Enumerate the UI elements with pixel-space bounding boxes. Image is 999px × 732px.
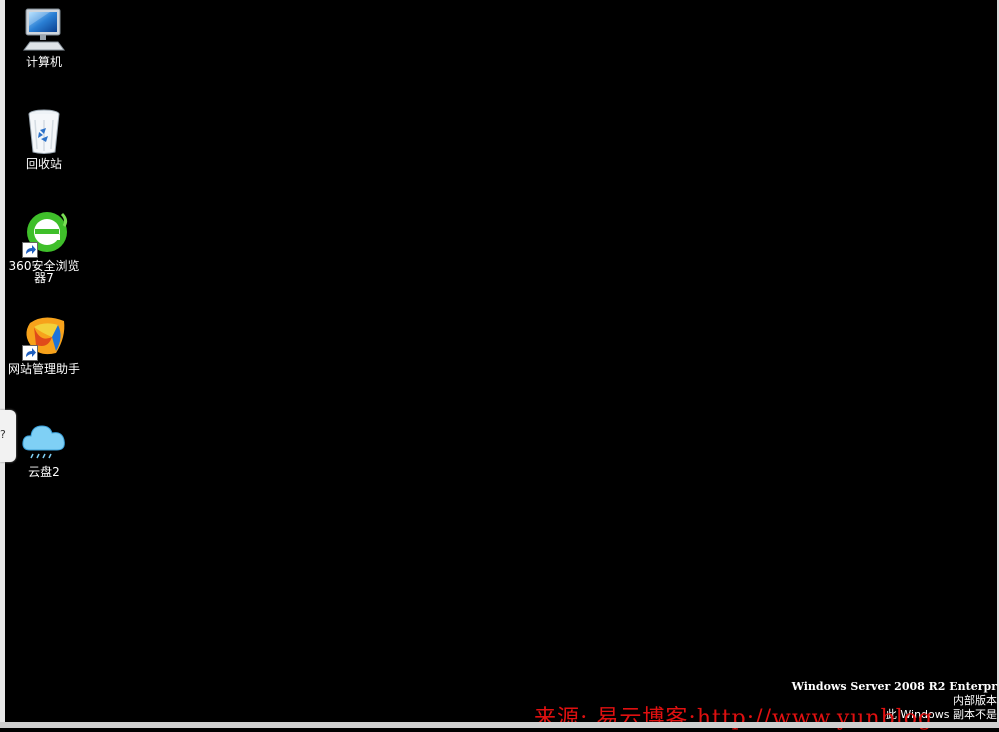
desktop-icon-label: 计算机	[25, 55, 62, 69]
desktop-icon-label: 360安全浏览器7	[8, 259, 80, 285]
cloud-drive-icon	[20, 416, 68, 464]
recycle-bin-icon	[20, 108, 68, 156]
window-left-border	[0, 0, 5, 728]
website-manager-icon	[20, 313, 68, 361]
os-edition-text: Windows Server 2008 R2 Enterpr	[791, 680, 997, 693]
desktop-icon-label: 云盘2	[28, 465, 60, 479]
side-dock-glyph: ?	[0, 428, 6, 441]
desktop-icon-label: 回收站	[25, 157, 62, 171]
shortcut-arrow-icon	[22, 242, 38, 258]
desktop-icon-360-browser[interactable]: 360安全浏览器7	[6, 210, 82, 284]
computer-icon	[20, 6, 68, 54]
taskbar-edge	[0, 722, 999, 728]
desktop-icon-cloud-drive[interactable]: 云盘2	[6, 416, 82, 478]
desktop-icon-website-manager[interactable]: 网站管理助手	[6, 313, 82, 375]
desktop-icon-recycle-bin[interactable]: 回收站	[6, 108, 82, 170]
desktop-icon-label: 网站管理助手	[7, 362, 80, 376]
browser-360-icon	[20, 210, 68, 258]
shortcut-arrow-icon	[22, 345, 38, 361]
desktop-icon-computer[interactable]: 计算机	[6, 6, 82, 68]
